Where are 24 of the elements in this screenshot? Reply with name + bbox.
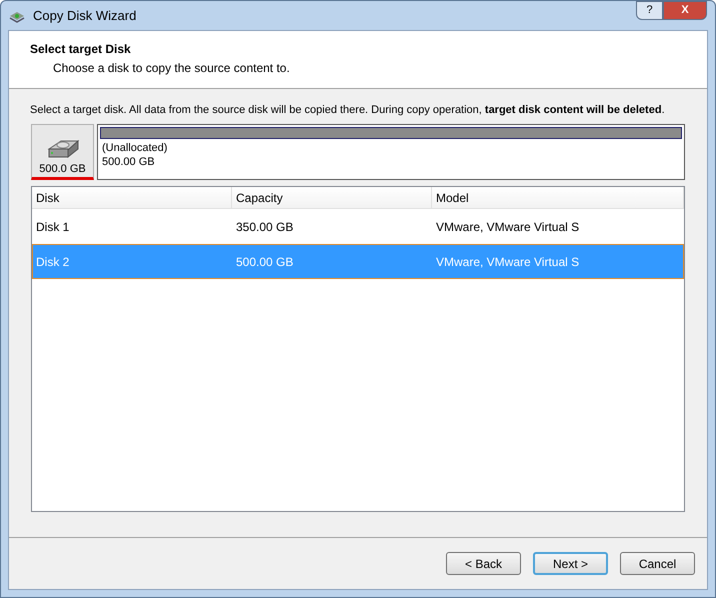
- table-cell-text: 350.00 GB: [235, 218, 294, 236]
- next-button[interactable]: Next >: [533, 552, 608, 575]
- page-subtitle: Choose a disk to copy the source content to.: [52, 60, 291, 77]
- page-title: Select target Disk: [30, 41, 132, 58]
- help-button[interactable]: ?: [636, 1, 663, 20]
- disk-row[interactable]: Disk 1 350.00 GB VMware, VMware Virtual S: [32, 209, 684, 244]
- column-header[interactable]: Capacity: [232, 187, 432, 208]
- disk-size: 500.0 GB: [39, 163, 86, 177]
- close-button[interactable]: X: [663, 1, 707, 20]
- back-button[interactable]: < Back: [446, 552, 521, 575]
- disk-tile[interactable]: 500.0 GB: [31, 124, 94, 180]
- window-title: Copy Disk Wizard: [33, 6, 136, 25]
- partition-label: (Unallocated): [101, 141, 168, 155]
- partition-block[interactable]: (Unallocated) 500.00 GB: [97, 124, 685, 180]
- table-cell-text: 500.00 GB: [235, 254, 294, 270]
- column-header[interactable]: Model: [432, 187, 684, 208]
- cancel-button[interactable]: Cancel: [620, 552, 695, 575]
- table-cell-text: Disk 1: [35, 218, 70, 236]
- partition-size: 500.00 GB: [101, 155, 156, 169]
- instruction-text: Select a target disk. All data from the source disk will be copied there. During copy operation, target disk content will be deleted.: [30, 103, 665, 118]
- table-cell-text: VMware, VMware Virtual S: [435, 218, 580, 236]
- column-header[interactable]: Disk: [32, 187, 232, 208]
- table-cell-text: VMware, VMware Virtual S: [435, 254, 580, 270]
- table-cell-text: Disk 2: [35, 254, 70, 270]
